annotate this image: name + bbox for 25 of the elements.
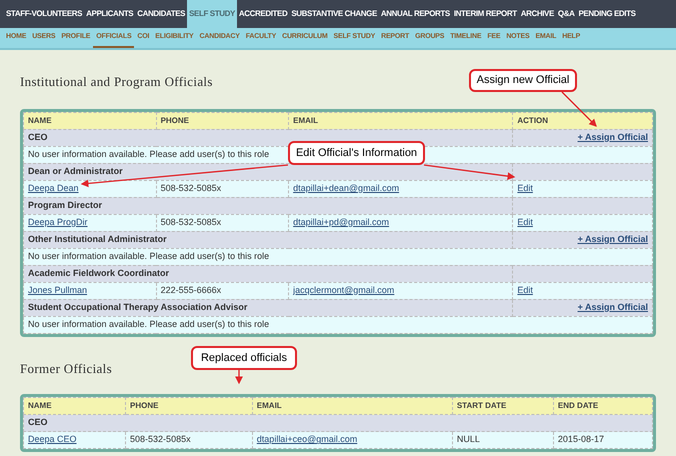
nav-tab[interactable]: ANNUAL REPORTS bbox=[378, 0, 452, 28]
callout-box: Replaced officials bbox=[191, 346, 297, 370]
nav-tab[interactable]: Q&A bbox=[556, 0, 576, 28]
edit-link[interactable]: Edit bbox=[517, 284, 533, 295]
callout-box: Edit Official's Information bbox=[288, 141, 425, 165]
nav-tab[interactable]: SELF STUDY bbox=[187, 0, 237, 28]
nav-tab[interactable]: SUBSTANTIVE CHANGE bbox=[289, 0, 379, 28]
callout-arrow bbox=[235, 370, 243, 384]
edit-link[interactable]: Edit bbox=[517, 216, 533, 227]
nav-tab[interactable]: APPLICANTS bbox=[84, 0, 136, 28]
section-heading: Former Officials bbox=[20, 360, 112, 378]
nav-tab[interactable]: INTERIM REPORT bbox=[452, 0, 519, 28]
nav-tab[interactable]: ARCHIVE bbox=[518, 0, 556, 28]
nav-tab[interactable]: CANDIDATES bbox=[135, 0, 188, 28]
phone-cell: 508-532-5085x bbox=[126, 432, 252, 448]
start-date-cell: NULL bbox=[452, 432, 554, 448]
nav-tab[interactable]: PENDING EDITS bbox=[576, 0, 638, 28]
end-date-cell: 2015-08-17 bbox=[553, 432, 652, 448]
nav-tab[interactable]: STAFF-VOLUNTEERS bbox=[4, 0, 84, 28]
section-heading: Institutional and Program Officials bbox=[20, 73, 213, 91]
callout-arrow bbox=[562, 92, 597, 127]
empty-message: No user information available. Please add user(s) to this role bbox=[24, 316, 652, 333]
edit-link[interactable]: Edit bbox=[517, 182, 533, 193]
nav-tab[interactable]: ACCREDITED bbox=[236, 0, 290, 28]
callout-box: Assign new Official bbox=[469, 69, 577, 92]
